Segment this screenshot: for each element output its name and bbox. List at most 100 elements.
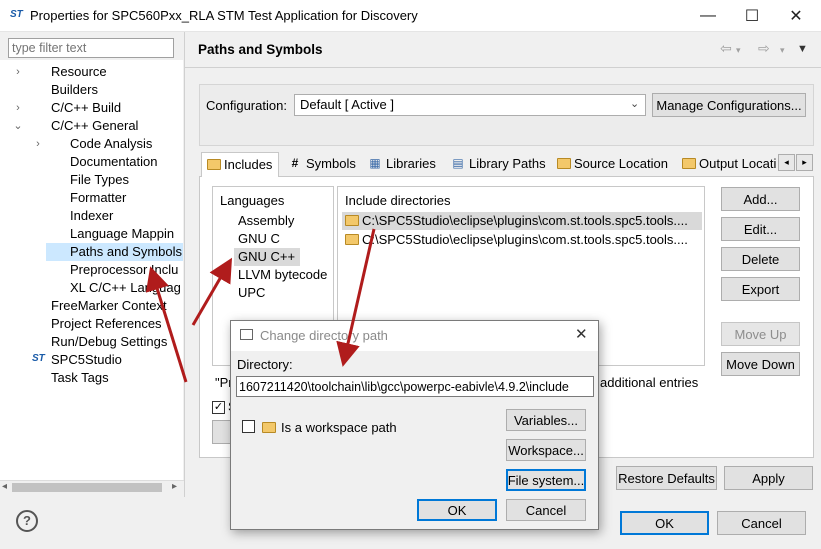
nav-item-resource[interactable]: Resource [51, 63, 107, 81]
partial-button[interactable] [212, 420, 232, 444]
list-item[interactable]: GNU C [238, 230, 280, 248]
back-arrow-icon[interactable]: ⇦ [720, 40, 732, 57]
nav-item-cpp-general[interactable]: C/C++ General [51, 117, 138, 135]
expand-chevron-icon[interactable]: › [12, 66, 24, 78]
dialog-ok-button[interactable]: OK [417, 499, 497, 521]
libraries-icon: ▦ [369, 156, 381, 170]
move-down-button[interactable]: Move Down [721, 352, 800, 376]
configuration-label: Configuration: [206, 98, 287, 113]
tab-libraries[interactable]: ▦ Libraries [364, 152, 436, 176]
note-text-fragment: additional entries [600, 375, 699, 390]
scroll-left-icon[interactable]: ◂ [2, 481, 7, 492]
window-title: Properties for SPC560Pxx_RLA STM Test Ap… [30, 8, 418, 23]
tab-symbols[interactable]: # Symbols [284, 152, 356, 176]
include-path: C:\SPC5Studio\eclipse\plugins\com.st.too… [362, 232, 688, 247]
view-menu-icon[interactable]: ▼ [797, 43, 808, 55]
window-icon [240, 329, 253, 340]
nav-item-formatter[interactable]: Formatter [70, 189, 126, 207]
nav-item-indexer[interactable]: Indexer [70, 207, 113, 225]
nav-item-run-debug-settings[interactable]: Run/Debug Settings [51, 333, 167, 351]
chevron-down-icon[interactable]: ⌄ [630, 97, 639, 110]
help-icon[interactable]: ? [16, 510, 38, 532]
list-item[interactable]: UPC [238, 284, 265, 302]
include-folder-icon [345, 215, 359, 226]
nav-item-cpp-build[interactable]: C/C++ Build [51, 99, 121, 117]
library-paths-icon: ▤ [452, 156, 464, 170]
table-row[interactable]: C:\SPC5Studio\eclipse\plugins\com.st.too… [342, 212, 702, 230]
tab-label: Library Paths [469, 156, 546, 171]
filter-input[interactable] [8, 38, 174, 58]
tab-library-paths[interactable]: ▤ Library Paths [447, 152, 546, 176]
nav-item-code-analysis[interactable]: Code Analysis [70, 135, 152, 153]
collapse-chevron-icon[interactable]: ⌄ [12, 119, 24, 132]
output-folder-icon [681, 156, 696, 170]
workspace-button[interactable]: Workspace... [506, 439, 586, 461]
apply-button[interactable]: Apply [724, 466, 813, 490]
close-button[interactable]: ✕ [776, 0, 816, 32]
table-row[interactable]: C:\SPC5Studio\eclipse\plugins\com.st.too… [342, 231, 702, 249]
restore-defaults-button[interactable]: Restore Defaults [616, 466, 717, 490]
include-directories-header: Include directories [345, 193, 451, 208]
tab-output-location[interactable]: Output Locati [677, 152, 777, 176]
nav-tree: › Resource Builders › C/C++ Build ⌄ C/C+… [0, 60, 183, 480]
pane-divider[interactable] [184, 32, 185, 497]
tab-label: Libraries [386, 156, 436, 171]
chevron-down-icon[interactable]: ▾ [736, 45, 741, 56]
tab-includes[interactable]: Includes [201, 152, 279, 177]
directory-input[interactable] [236, 376, 594, 397]
expand-chevron-icon[interactable]: › [12, 102, 24, 114]
scroll-right-icon[interactable]: ▸ [172, 481, 177, 492]
list-item[interactable]: LLVM bytecode [238, 266, 327, 284]
nav-item-documentation[interactable]: Documentation [70, 153, 157, 171]
variables-button[interactable]: Variables... [506, 409, 586, 431]
spc5-logo-icon: ST [32, 353, 45, 364]
maximize-button[interactable]: ☐ [732, 0, 772, 32]
dialog-close-icon[interactable]: ✕ [575, 325, 588, 343]
add-button[interactable]: Add... [721, 187, 800, 211]
export-button[interactable]: Export [721, 277, 800, 301]
nav-item-builders[interactable]: Builders [51, 81, 98, 99]
app-logo-icon: ST [10, 9, 23, 20]
nav-item-spc5studio[interactable]: SPC5Studio [51, 351, 122, 369]
chevron-down-icon[interactable]: ▾ [780, 45, 785, 56]
workspace-path-label: Is a workspace path [281, 420, 397, 435]
languages-header: Languages [220, 193, 285, 208]
tab-label: Symbols [306, 156, 356, 171]
cancel-button[interactable]: Cancel [717, 511, 806, 535]
checkbox-checked[interactable]: ✓ [212, 401, 225, 414]
nav-item-preprocessor-include[interactable]: Preprocessor Inclu [70, 261, 178, 279]
forward-arrow-icon[interactable]: ⇨ [758, 40, 770, 57]
tab-source-location[interactable]: Source Location [552, 152, 668, 176]
list-item-selected[interactable]: GNU C++ [234, 248, 300, 266]
dialog-cancel-button[interactable]: Cancel [506, 499, 586, 521]
tab-label: Output Locati [699, 156, 777, 171]
tab-label: Source Location [574, 156, 668, 171]
file-system-button[interactable]: File system... [506, 469, 586, 491]
expand-chevron-icon[interactable]: › [32, 138, 44, 150]
nav-item-freemarker-context[interactable]: FreeMarker Context [51, 297, 167, 315]
ok-button[interactable]: OK [620, 511, 709, 535]
minimize-button[interactable]: — [688, 0, 728, 32]
nav-item-task-tags[interactable]: Task Tags [51, 369, 109, 387]
configuration-select[interactable]: Default [ Active ] [294, 94, 646, 116]
nav-item-file-types[interactable]: File Types [70, 171, 129, 189]
includes-icon [206, 157, 221, 171]
tab-scroll-left-icon[interactable]: ◂ [778, 154, 795, 171]
tab-label: Includes [224, 157, 273, 172]
nav-item-paths-and-symbols[interactable]: Paths and Symbols [46, 243, 183, 261]
nav-item-project-references[interactable]: Project References [51, 315, 162, 333]
edit-button[interactable]: Edit... [721, 217, 800, 241]
directory-label: Directory: [237, 357, 293, 372]
nav-item-language-mappings[interactable]: Language Mappin [70, 225, 174, 243]
manage-configurations-button[interactable]: Manage Configurations... [652, 93, 806, 117]
source-folder-icon [556, 156, 571, 170]
tab-scroll-right-icon[interactable]: ▸ [796, 154, 813, 171]
scrollbar-thumb[interactable] [12, 483, 162, 492]
workspace-path-checkbox[interactable] [242, 420, 255, 433]
delete-button[interactable]: Delete [721, 247, 800, 271]
list-item[interactable]: Assembly [238, 212, 294, 230]
folder-icon [262, 422, 276, 433]
page-title: Paths and Symbols [198, 42, 323, 57]
nav-item-xl-cpp-language[interactable]: XL C/C++ Languag [70, 279, 181, 297]
move-up-button[interactable]: Move Up [721, 322, 800, 346]
